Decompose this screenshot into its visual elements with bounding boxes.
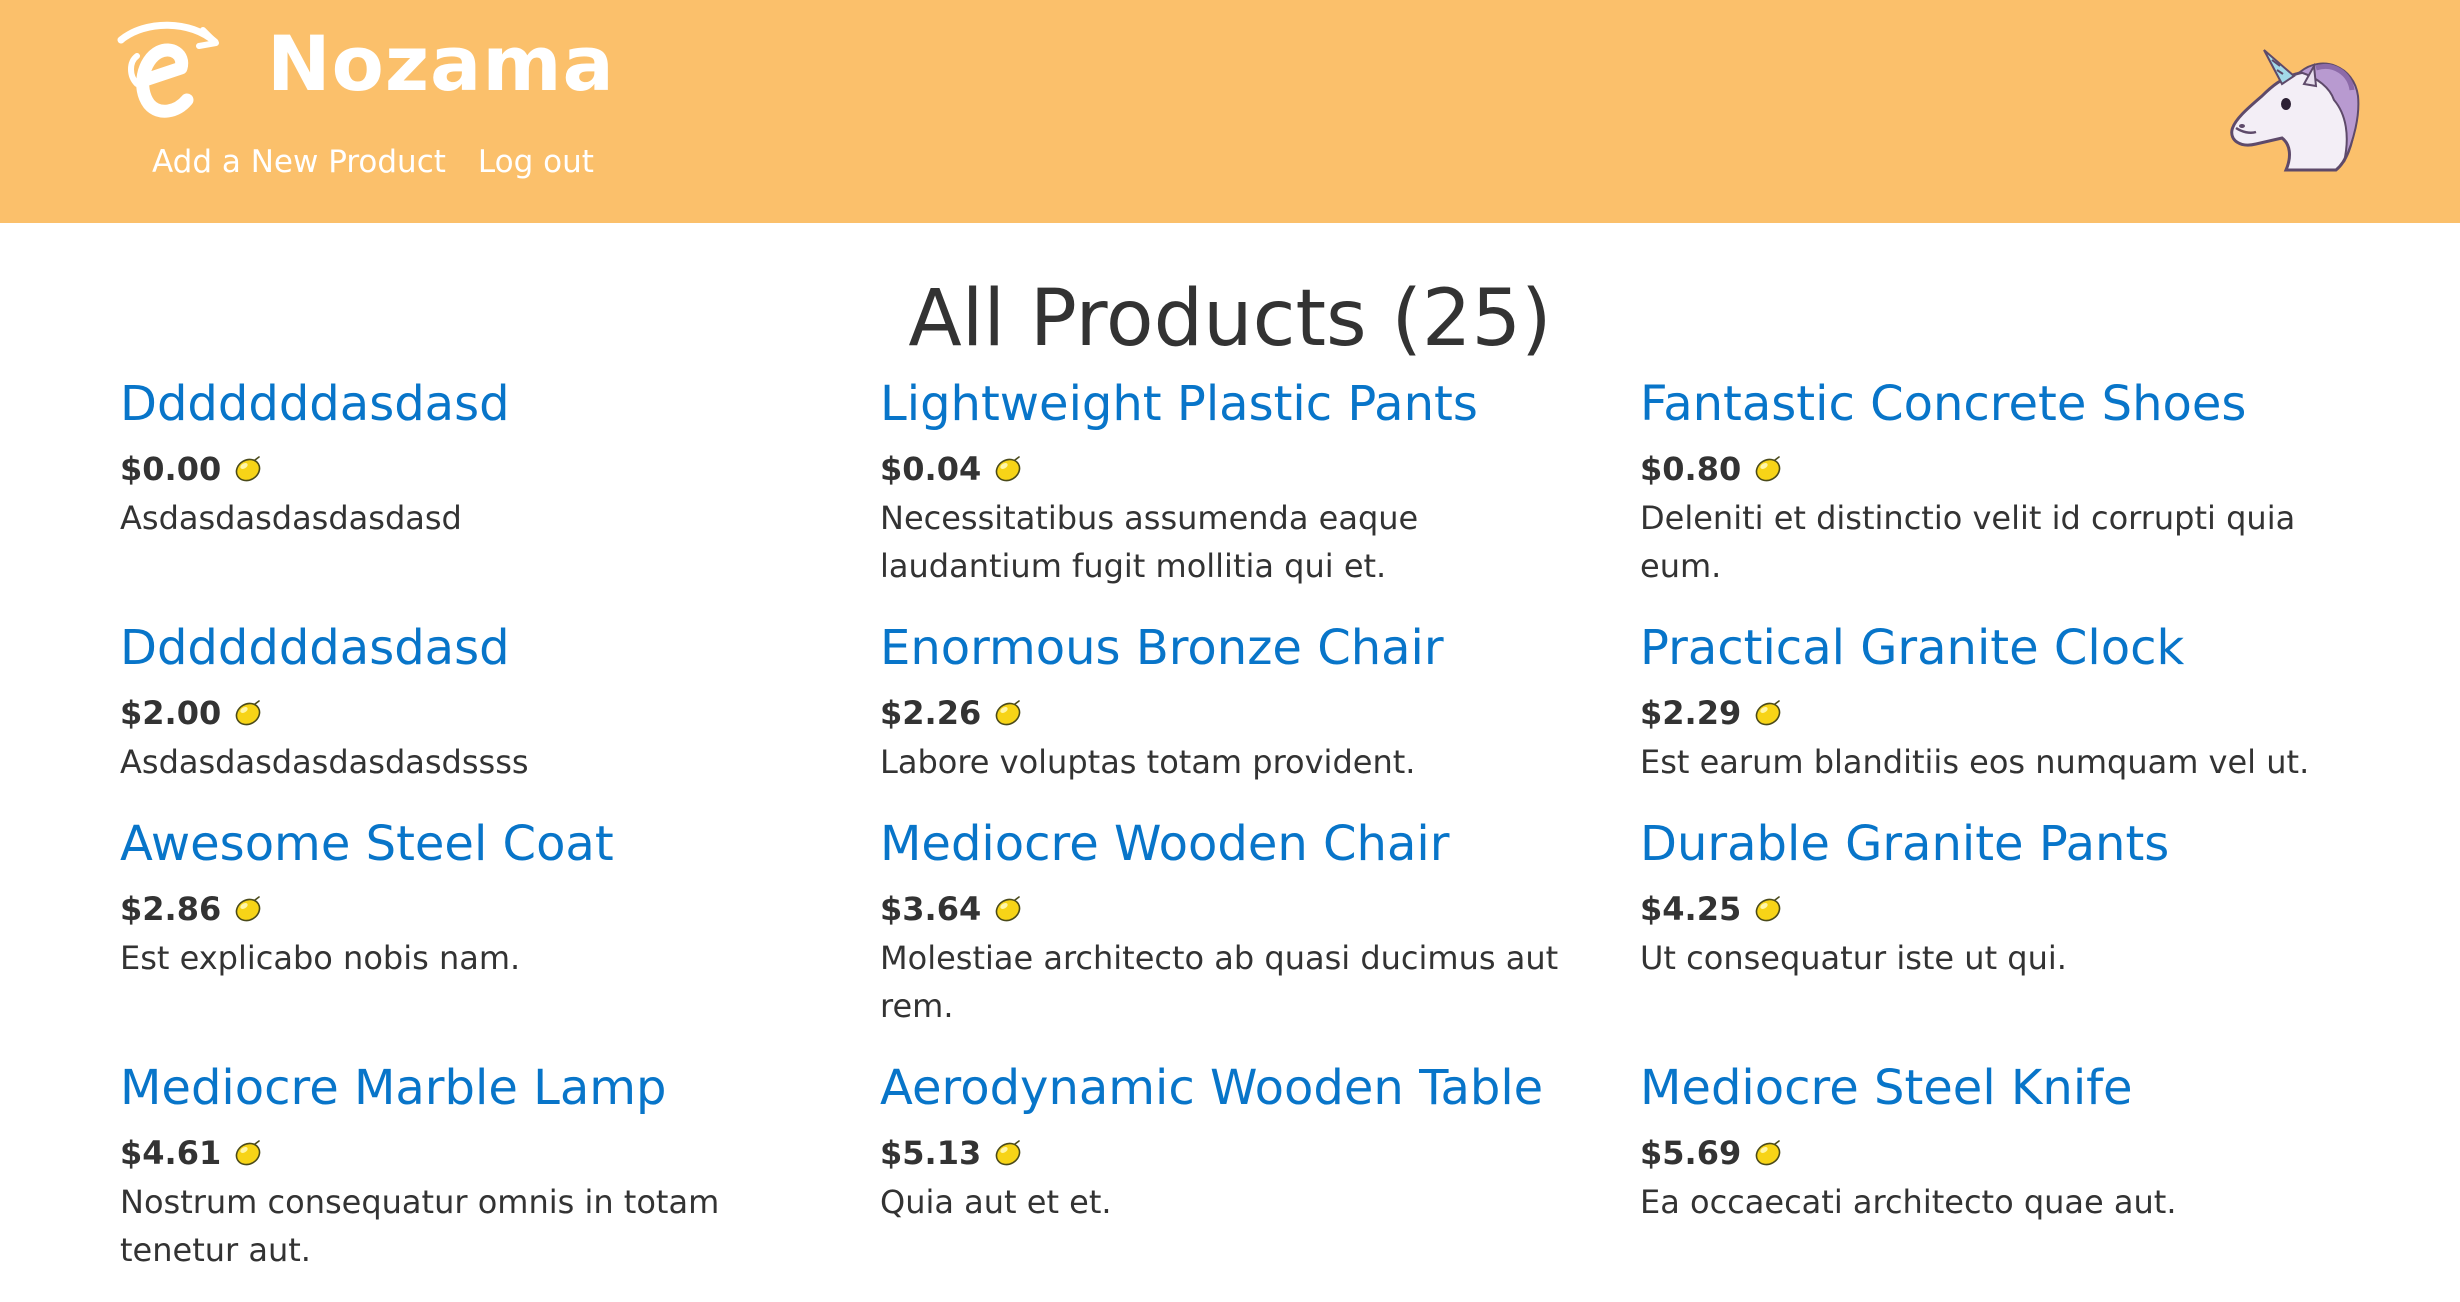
price-row: $2.29 [1640,693,2340,733]
product-name-link[interactable]: Mediocre Wooden Chair [880,812,1580,876]
product-card: Aerodynamic Wooden Table $5.13 Quia aut … [880,1056,1580,1226]
product-description: Asdasdasdasdasdasdssss [120,743,529,781]
product-card: Lightweight Plastic Pants $0.04 Necessit… [880,372,1580,590]
product-name-link[interactable]: Fantastic Concrete Shoes [1640,372,2340,436]
lemon-icon [1753,698,1783,728]
lemon-icon [993,894,1023,924]
product-description: Nostrum consequatur omnis in totam tenet… [120,1183,720,1269]
price-row: $0.00 [120,449,820,489]
product-name-link[interactable]: Mediocre Steel Knife [1640,1056,2340,1120]
header-nav: Add a New Product Log out [152,136,626,188]
product-price: $0.00 [120,450,222,488]
product-card: Enormous Bronze Chair $2.26 Labore volup… [880,616,1580,786]
price-row: $0.80 [1640,449,2340,489]
product-card: Dddddddasdasd $0.00 Asdasdasdasdasdasd [120,372,820,542]
product-price: $0.04 [880,450,982,488]
product-name-link[interactable]: Enormous Bronze Chair [880,616,1580,680]
lemon-icon [993,1138,1023,1168]
product-description: Est explicabo nobis nam. [120,939,521,977]
product-price: $2.86 [120,890,222,928]
price-row: $0.04 [880,449,1580,489]
product-description: Molestiae architecto ab quasi ducimus au… [880,939,1559,1025]
product-price: $3.64 [880,890,982,928]
page-title: All Products (25) [908,274,1552,364]
lemon-icon [233,454,263,484]
add-new-product-link[interactable]: Add a New Product [152,136,446,188]
price-row: $2.00 [120,693,820,733]
product-price: $2.26 [880,694,982,732]
product-card: Mediocre Steel Knife $5.69 Ea occaecati … [1640,1056,2340,1226]
brand-title[interactable]: Nozama [267,14,615,114]
product-description: Asdasdasdasdasdasd [120,499,462,537]
product-name-link[interactable]: Lightweight Plastic Pants [880,372,1580,436]
product-name-link[interactable]: Mediocre Marble Lamp [120,1056,820,1120]
unicorn-icon [2230,49,2360,172]
product-card: Awesome Steel Coat $2.86 Est explicabo n… [120,812,820,982]
product-name-link[interactable]: Aerodynamic Wooden Table [880,1056,1580,1120]
lemon-icon [1753,454,1783,484]
price-row: $4.25 [1640,889,2340,929]
product-description: Ut consequatur iste ut qui. [1640,939,2067,977]
product-price: $2.29 [1640,694,1742,732]
lemon-icon [233,698,263,728]
product-description: Deleniti et distinctio velit id corrupti… [1640,499,2296,585]
product-name-link[interactable]: Dddddddasdasd [120,616,820,680]
product-price: $5.13 [880,1134,982,1172]
lemon-icon [993,454,1023,484]
price-row: $2.26 [880,693,1580,733]
lemon-icon [233,894,263,924]
product-price: $4.61 [120,1134,222,1172]
lemon-icon [1753,894,1783,924]
product-card: Mediocre Wooden Chair $3.64 Molestiae ar… [880,812,1580,1030]
product-card: Practical Granite Clock $2.29 Est earum … [1640,616,2340,786]
product-price: $2.00 [120,694,222,732]
product-name-link[interactable]: Practical Granite Clock [1640,616,2340,680]
product-card: Durable Granite Pants $4.25 Ut consequat… [1640,812,2340,982]
product-price: $4.25 [1640,890,1742,928]
product-description: Est earum blanditiis eos numquam vel ut. [1640,743,2310,781]
price-row: $5.13 [880,1133,1580,1173]
price-row: $3.64 [880,889,1580,929]
product-name-link[interactable]: Dddddddasdasd [120,372,820,436]
product-name-link[interactable]: Awesome Steel Coat [120,812,820,876]
lemon-icon [233,1138,263,1168]
product-name-link[interactable]: Durable Granite Pants [1640,812,2340,876]
product-description: Labore voluptas totam provident. [880,743,1416,781]
product-card: Dddddddasdasd $2.00 Asdasdasdasdasdasdss… [120,616,820,786]
site-header: Nozama Add a New Product Log out [0,0,2460,223]
price-row: $2.86 [120,889,820,929]
product-price: $5.69 [1640,1134,1742,1172]
product-description: Quia aut et et. [880,1183,1112,1221]
price-row: $5.69 [1640,1133,2340,1173]
nozama-logo-icon[interactable] [115,18,219,120]
price-row: $4.61 [120,1133,820,1173]
product-card: Fantastic Concrete Shoes $0.80 Deleniti … [1640,372,2340,590]
product-card: Mediocre Marble Lamp $4.61 Nostrum conse… [120,1056,820,1274]
lemon-icon [1753,1138,1783,1168]
product-description: Necessitatibus assumenda eaque laudantiu… [880,499,1419,585]
lemon-icon [993,698,1023,728]
product-price: $0.80 [1640,450,1742,488]
product-description: Ea occaecati architecto quae aut. [1640,1183,2177,1221]
log-out-link[interactable]: Log out [478,136,594,188]
